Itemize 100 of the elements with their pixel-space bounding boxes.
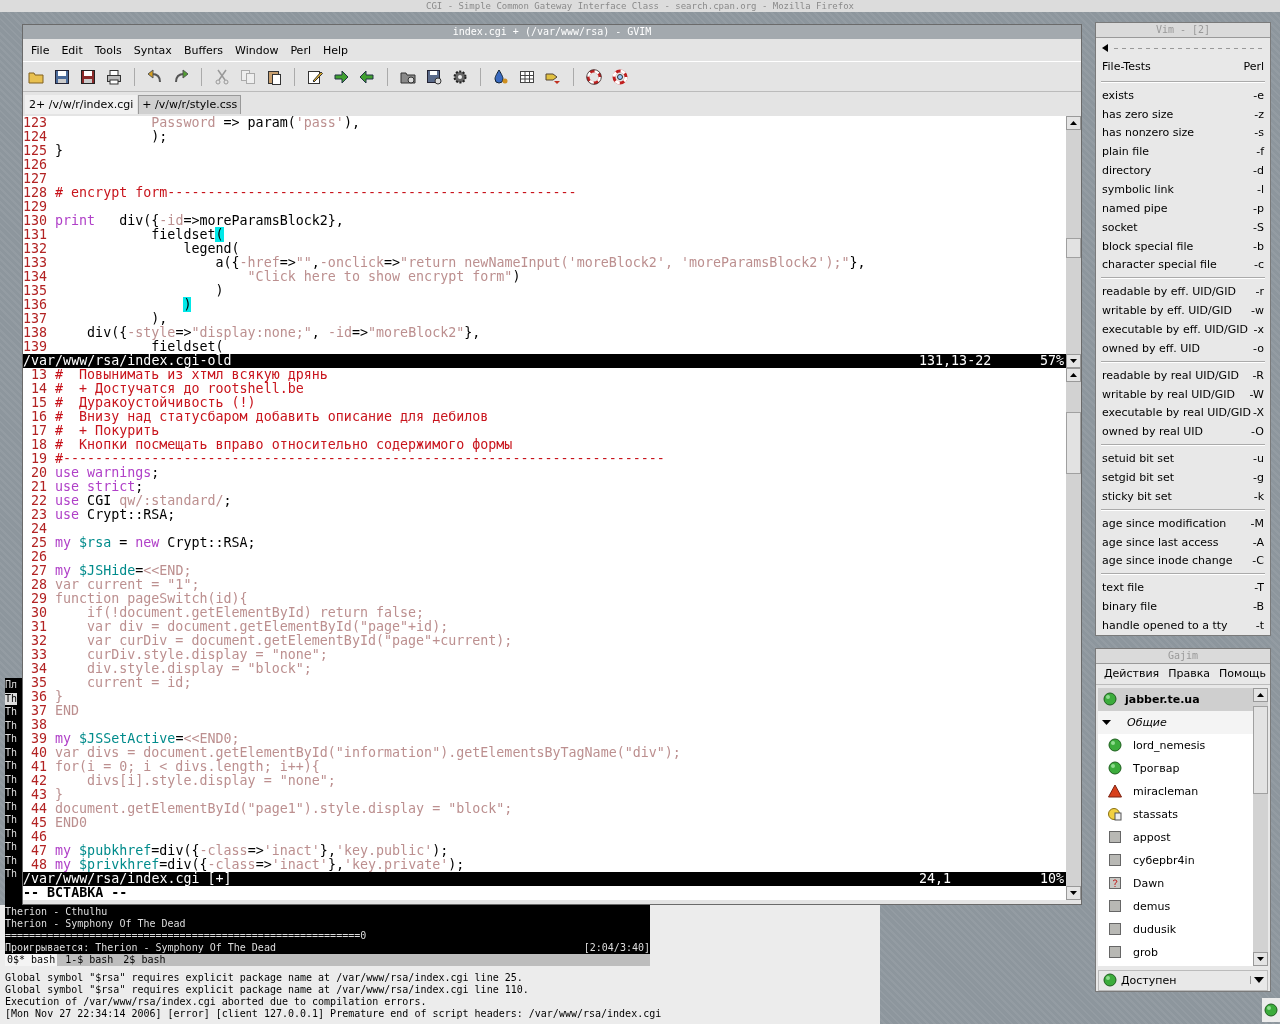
menu-item[interactable]: plain file (1102, 145, 1150, 159)
undo-icon[interactable] (147, 68, 163, 85)
contact-name[interactable]: lord_nemesis (1133, 738, 1206, 752)
menu-item[interactable]: Help (322, 44, 349, 57)
terminal-tab[interactable]: 2$ bash (121, 954, 168, 966)
menu-item[interactable]: Buffers (183, 44, 223, 57)
printer-icon[interactable] (106, 68, 122, 85)
contact-name[interactable]: dudusik (1133, 922, 1177, 936)
scroll-thumb[interactable] (1066, 412, 1081, 474)
tab[interactable]: + /v/w/r/style.css (138, 95, 242, 114)
expanded-triangle-icon[interactable] (1102, 717, 1111, 727)
scroll-thumb[interactable] (1253, 705, 1268, 794)
code-text: curDiv.style.display = "none"; (86, 648, 328, 662)
menu-item[interactable]: owned by real UID (1102, 425, 1204, 439)
menu-item[interactable]: Tools (94, 44, 122, 57)
menu-item[interactable]: socket (1102, 220, 1138, 234)
menu-item[interactable]: Syntax (133, 44, 172, 57)
code-text: } (55, 788, 64, 802)
menu-item[interactable]: binary file (1102, 600, 1158, 614)
drop-icon[interactable] (493, 68, 509, 85)
contact-name[interactable]: Dawn (1133, 876, 1165, 890)
scroll-up-icon[interactable] (1066, 368, 1081, 382)
contact-name[interactable]: miracleman (1133, 784, 1199, 798)
playlist-entry[interactable]: Therion - Cthulhu (5, 906, 650, 918)
scrollbar[interactable] (1066, 116, 1081, 368)
contact-name[interactable]: cyберbr4in (1133, 853, 1195, 867)
right-arrow-icon[interactable] (333, 68, 349, 85)
menu-item[interactable]: handle opened to a tty (1102, 619, 1228, 632)
contact-name[interactable]: appost (1133, 830, 1171, 844)
line-number: 28 (30, 578, 49, 592)
scroll-up-icon[interactable] (1066, 116, 1081, 130)
account-row[interactable]: jabber.te.ua (1098, 687, 1253, 711)
scroll-down-icon[interactable] (1066, 354, 1081, 368)
scroll-percent: 10% (1039, 872, 1064, 886)
shortcut-key: -g (1253, 471, 1264, 484)
menu-item[interactable]: character special file (1102, 258, 1217, 272)
scrollbar[interactable] (1253, 687, 1268, 966)
playlist-entry[interactable]: Therion - Symphony Of The Dead (5, 918, 650, 930)
menu-item[interactable]: age since last access (1102, 535, 1219, 549)
line-number: 45 (30, 816, 49, 830)
menu-item[interactable]: age since inode change (1102, 554, 1233, 568)
menu-item[interactable]: File (31, 44, 50, 57)
floppy-gear-icon[interactable] (426, 68, 442, 85)
left-arrow-icon[interactable] (359, 68, 375, 85)
menu-item[interactable]: Действия (1104, 667, 1160, 681)
menu-item[interactable]: writable by eff. UID/GID (1102, 304, 1232, 318)
menu-item[interactable]: Window (235, 44, 279, 57)
contact-name[interactable]: demus (1133, 899, 1171, 913)
menu-item[interactable]: age since modification (1102, 516, 1227, 530)
menu-item[interactable]: sticky bit set (1102, 489, 1172, 503)
shortcut-key: -r (1255, 285, 1264, 299)
redo-icon[interactable] (173, 68, 189, 85)
menu-item[interactable]: directory (1102, 164, 1152, 178)
menu-item[interactable]: has nonzero size (1102, 126, 1194, 140)
menu-item[interactable]: symbolic link (1102, 182, 1174, 196)
menu-item[interactable]: readable by real UID/GID (1102, 368, 1239, 382)
lifebuoy-icon[interactable] (586, 68, 602, 85)
playlist-fragment: Th (5, 854, 18, 867)
scroll-down-icon[interactable] (1066, 886, 1081, 900)
status-dropdown[interactable]: Доступен (1098, 969, 1268, 991)
line-number: 23 (30, 508, 49, 522)
contact-name[interactable]: stassats (1133, 807, 1179, 821)
terminal-tab[interactable]: 0$* bash (5, 954, 58, 966)
menu-item[interactable]: setgid bit set (1102, 471, 1174, 484)
menu-item[interactable]: text file (1102, 581, 1144, 595)
table-icon[interactable] (519, 68, 535, 85)
menu-item[interactable]: setuid bit set (1102, 452, 1174, 466)
menu-item[interactable]: block special file (1102, 239, 1194, 253)
tab[interactable]: 2+ /v/w/r/index.cgi (25, 95, 138, 114)
tray-status-icon[interactable] (1264, 1003, 1278, 1017)
line-number: 44 (30, 802, 49, 816)
menu-item[interactable]: has zero size (1102, 107, 1174, 121)
menu-item[interactable]: Помощь (1219, 667, 1266, 681)
menu-item[interactable]: executable by eff. UID/GID (1102, 322, 1248, 336)
document-pencil-icon[interactable] (307, 68, 323, 85)
line-number: 47 (30, 844, 49, 858)
terminal-tab[interactable]: 1-$ bash (63, 954, 116, 966)
scroll-thumb[interactable] (1066, 238, 1081, 258)
menu-item[interactable]: writable by real UID/GID (1102, 387, 1235, 401)
contact-name[interactable]: Трогвар (1133, 761, 1180, 775)
menu-item[interactable]: executable by real UID/GID (1102, 406, 1251, 420)
floppy-stack-icon[interactable] (80, 68, 96, 85)
menu-item[interactable]: Edit (61, 44, 83, 57)
scroll-percent: 57% (1039, 354, 1064, 368)
scroll-down-icon[interactable] (1253, 951, 1268, 966)
floppy-icon[interactable] (54, 68, 70, 85)
menu-item[interactable]: owned by eff. UID (1102, 341, 1201, 355)
contact-name[interactable]: grob (1133, 945, 1158, 959)
group-name: Общие (1127, 715, 1167, 729)
scrollbar[interactable] (1066, 368, 1081, 900)
menu-item[interactable]: exists (1102, 88, 1134, 102)
menu-item[interactable]: Правка (1168, 667, 1211, 681)
menu-item[interactable]: readable by eff. UID/GID (1102, 285, 1236, 299)
menu-item[interactable]: Perl (290, 44, 311, 57)
lifebuoy-search-icon[interactable] (612, 68, 628, 85)
menu-item[interactable]: named pipe (1102, 201, 1168, 215)
line-number: 35 (30, 676, 49, 690)
scroll-up-icon[interactable] (1253, 687, 1268, 702)
gear-icon[interactable] (452, 68, 468, 85)
clipboard-icon[interactable] (266, 68, 282, 85)
